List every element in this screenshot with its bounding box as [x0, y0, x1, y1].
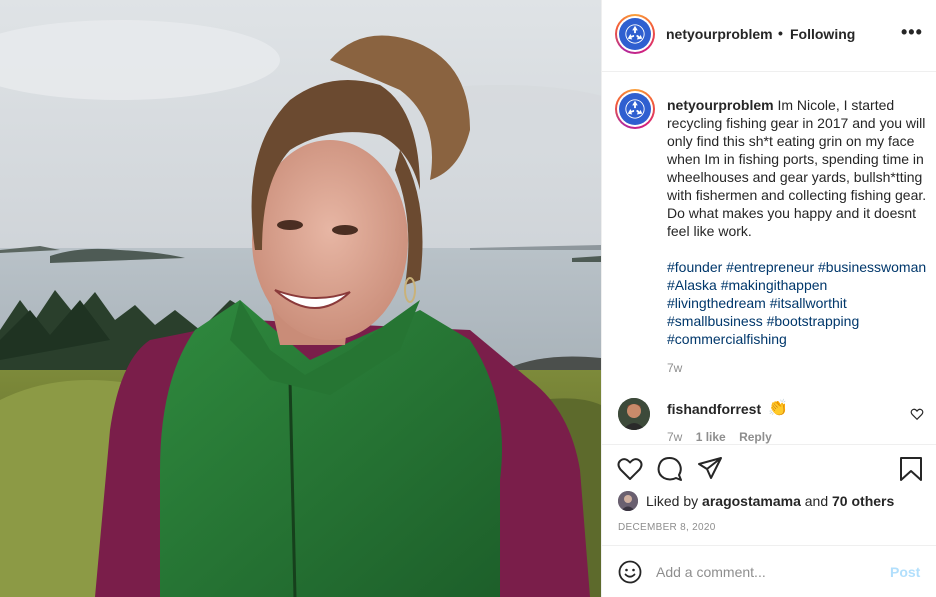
comment-likes-link[interactable]: 1 like	[696, 430, 726, 444]
post-date[interactable]: DECEMBER 8, 2020	[618, 522, 716, 533]
bookmark-icon[interactable]	[898, 456, 924, 482]
likes-middle: and	[804, 493, 829, 509]
add-comment-input[interactable]	[656, 562, 876, 582]
caption-hashtags[interactable]: #founder #entrepreneur #businesswoman #A…	[667, 258, 929, 348]
smiley-icon[interactable]	[618, 560, 642, 584]
recycle-logo-icon	[625, 99, 645, 119]
post-side-panel: netyourproblem • Following ••• netyourpr…	[601, 0, 936, 597]
post-comment-button[interactable]: Post	[890, 564, 920, 580]
post-header: netyourproblem • Following •••	[602, 0, 936, 72]
following-button[interactable]: Following	[790, 26, 855, 42]
commenter-avatar[interactable]	[618, 398, 650, 430]
post-photo[interactable]	[0, 0, 601, 597]
caption-author-avatar[interactable]	[615, 89, 655, 129]
comment-like-heart-icon[interactable]	[910, 407, 924, 421]
comment-reply-button[interactable]: Reply	[739, 430, 772, 444]
paper-plane-icon[interactable]	[697, 456, 723, 482]
comment-meta: 7w 1 like Reply	[667, 430, 782, 444]
caption-username-link[interactable]: netyourproblem	[667, 97, 774, 113]
commenter-username-link[interactable]: fishandforrest	[667, 401, 761, 417]
comment-icon[interactable]	[657, 456, 683, 482]
comment-text: 👏	[768, 400, 788, 417]
likes-prefix: Liked by	[646, 493, 699, 509]
separator-dot: •	[778, 25, 783, 41]
liker-photo	[618, 491, 638, 511]
author-username-link[interactable]: netyourproblem	[666, 26, 773, 42]
author-avatar[interactable]	[615, 14, 655, 54]
more-options-button[interactable]: •••	[901, 22, 923, 43]
liker-username-link[interactable]: aragostamama	[702, 493, 801, 509]
post-action-bar	[602, 456, 936, 484]
caption-age: 7w	[667, 361, 683, 375]
comment-age: 7w	[667, 430, 683, 444]
post-image	[0, 0, 601, 597]
heart-icon[interactable]	[617, 456, 643, 482]
post-caption: netyourproblem Im Nicole, I started recy…	[667, 96, 929, 240]
recycle-logo-icon	[625, 24, 645, 44]
liker-avatar[interactable]	[618, 491, 638, 511]
likes-others-link[interactable]: 70 others	[832, 493, 894, 509]
caption-text: Im Nicole, I started recycling fishing g…	[667, 97, 927, 239]
commenter-photo	[618, 398, 650, 430]
likes-summary[interactable]: Liked by aragostamama and 70 others	[618, 490, 894, 512]
comments-section[interactable]: netyourproblem Im Nicole, I started recy…	[602, 73, 936, 445]
add-comment-form: Post	[602, 545, 936, 597]
